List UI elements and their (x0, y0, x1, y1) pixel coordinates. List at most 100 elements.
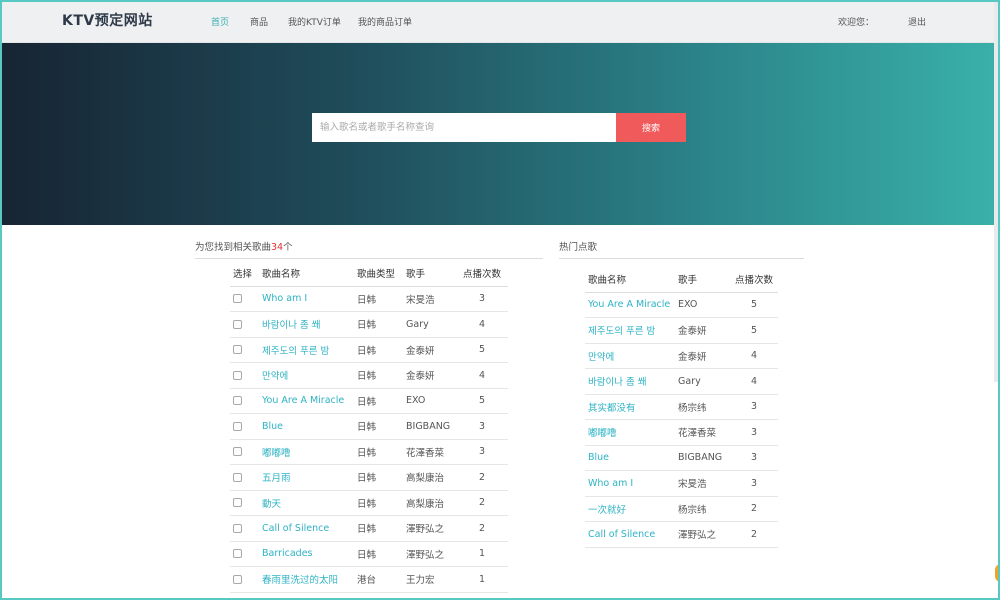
table-row: Who am I日韩宋旻浩3 (230, 286, 508, 312)
col-song-type: 歌曲类型 (357, 260, 406, 286)
results-heading: 为您找到相关歌曲34个 (195, 239, 293, 253)
hot-singer-name: 花澤香菜 (678, 420, 730, 446)
row-checkbox[interactable] (233, 371, 242, 380)
row-checkbox[interactable] (233, 320, 242, 329)
song-name-link[interactable]: 五月雨 (262, 465, 357, 491)
song-type: 日韩 (357, 541, 406, 567)
hot-singer-name: BIGBANG (678, 445, 730, 471)
song-name-link[interactable]: You Are A Miracle (262, 388, 357, 414)
results-divider (195, 258, 543, 259)
table-row: 제주도의 푸른 밤日韩金泰妍5 (230, 337, 508, 363)
hot-singer-name: 杨宗纬 (678, 394, 730, 420)
row-select-cell (230, 490, 262, 516)
row-select-cell (230, 541, 262, 567)
song-name-link[interactable]: 動天 (262, 490, 357, 516)
row-select-cell (230, 567, 262, 593)
hot-singer-name: 杨宗纬 (678, 496, 730, 522)
table-row: Barricades日韩澤野弘之1 (230, 541, 508, 567)
hot-song-name-link[interactable]: 一次就好 (585, 496, 678, 522)
hot-song-name-link[interactable]: 嘟嘟噜 (585, 420, 678, 446)
row-checkbox[interactable] (233, 524, 242, 533)
row-select-cell (230, 414, 262, 440)
hot-song-name-link[interactable]: Blue (585, 445, 678, 471)
row-checkbox[interactable] (233, 473, 242, 482)
song-type: 日韩 (357, 414, 406, 440)
play-count: 1 (456, 541, 508, 567)
nav-my-product-orders[interactable]: 我的商品订单 (358, 15, 412, 28)
nav-home[interactable]: 首页 (211, 15, 229, 28)
singer-name: 金泰妍 (406, 363, 456, 389)
play-count: 3 (456, 414, 508, 440)
singer-name: 澤野弘之 (406, 516, 456, 542)
hot-song-name-link[interactable]: 만약에 (585, 343, 678, 369)
singer-name: 宋旻浩 (406, 286, 456, 312)
song-type: 日韩 (357, 516, 406, 542)
row-checkbox[interactable] (233, 447, 242, 456)
song-name-link[interactable]: Barricades (262, 541, 357, 567)
song-name-link[interactable]: 春雨里洗过的太阳 (262, 567, 357, 593)
hot-song-name-link[interactable]: 제주도의 푸른 밤 (585, 318, 678, 344)
song-name-link[interactable]: Call of Silence (262, 516, 357, 542)
logout-link[interactable]: 退出 (908, 15, 926, 28)
hot-play-count: 5 (730, 292, 778, 318)
row-checkbox[interactable] (233, 396, 242, 405)
song-type: 日韩 (357, 286, 406, 312)
song-type: 日韩 (357, 363, 406, 389)
table-row: 바람이나 좀 쐐Gary4 (585, 369, 778, 395)
play-count: 5 (456, 388, 508, 414)
song-name-link[interactable]: 바람이나 좀 쐐 (262, 312, 357, 338)
hot-song-name-link[interactable]: Call of Silence (585, 522, 678, 548)
singer-name: BIGBANG (406, 414, 456, 440)
table-row: 一次就好杨宗纬2 (585, 496, 778, 522)
floating-widget-button[interactable] (993, 562, 1000, 584)
hot-song-name-link[interactable]: 其实都没有 (585, 394, 678, 420)
table-row: Call of Silence日韩澤野弘之2 (230, 516, 508, 542)
hot-singer-name: 宋旻浩 (678, 471, 730, 497)
hot-song-name-link[interactable]: You Are A Miracle (585, 292, 678, 318)
row-select-cell (230, 312, 262, 338)
singer-name: 王力宏 (406, 567, 456, 593)
hot-song-name-link[interactable]: Who am I (585, 471, 678, 497)
scrollbar-track[interactable] (994, 0, 998, 382)
song-name-link[interactable]: 嘟嘟噜 (262, 439, 357, 465)
hot-singer-name: Gary (678, 369, 730, 395)
song-name-link[interactable]: 제주도의 푸른 밤 (262, 337, 357, 363)
row-checkbox[interactable] (233, 345, 242, 354)
hot-divider (559, 258, 804, 259)
hot-singer-name: 金泰妍 (678, 343, 730, 369)
row-checkbox[interactable] (233, 549, 242, 558)
row-checkbox[interactable] (233, 422, 242, 431)
play-count: 3 (456, 439, 508, 465)
singer-name: Gary (406, 312, 456, 338)
nav-products[interactable]: 商品 (250, 15, 268, 28)
singer-name: 金泰妍 (406, 337, 456, 363)
singer-name: 澤野弘之 (406, 541, 456, 567)
search-button[interactable]: 搜索 (616, 113, 686, 142)
hot-singer-name: EXO (678, 292, 730, 318)
song-name-link[interactable]: Blue (262, 414, 357, 440)
hot-songs-table: 歌曲名称 歌手 点播次数 You Are A MiracleEXO5 제주도의 푸… (585, 266, 778, 548)
site-brand[interactable]: KTV预定网站 (62, 10, 153, 30)
col-plays: 点播次数 (456, 260, 508, 286)
row-checkbox[interactable] (233, 498, 242, 507)
play-count: 2 (456, 465, 508, 491)
table-row: 바람이나 좀 쐐日韩Gary4 (230, 312, 508, 338)
hot-header-row: 歌曲名称 歌手 点播次数 (585, 266, 778, 292)
hot-singer-name: 金泰妍 (678, 318, 730, 344)
row-checkbox[interactable] (233, 575, 242, 584)
song-name-link[interactable]: Who am I (262, 286, 357, 312)
search-input[interactable] (312, 113, 616, 142)
song-name-link[interactable]: 만약에 (262, 363, 357, 389)
hot-play-count: 3 (730, 420, 778, 446)
nav-my-ktv-orders[interactable]: 我的KTV订单 (288, 15, 341, 28)
hot-play-count: 3 (730, 394, 778, 420)
top-navbar: KTV预定网站 首页 商品 我的KTV订单 我的商品订单 欢迎您： 退出 (0, 0, 1000, 43)
results-count: 34 (271, 242, 283, 253)
row-checkbox[interactable] (233, 294, 242, 303)
hero-banner: 搜索 (0, 43, 1000, 225)
hot-singer-name: 澤野弘之 (678, 522, 730, 548)
hot-play-count: 2 (730, 496, 778, 522)
hot-song-name-link[interactable]: 바람이나 좀 쐐 (585, 369, 678, 395)
row-select-cell (230, 388, 262, 414)
song-type: 日韩 (357, 337, 406, 363)
